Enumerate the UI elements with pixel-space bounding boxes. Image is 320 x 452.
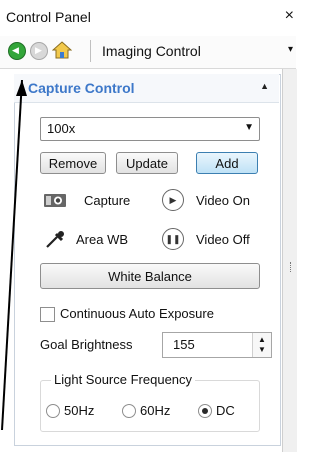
radio-60hz-label[interactable]: 60Hz	[140, 403, 170, 418]
back-icon[interactable]	[8, 42, 26, 60]
radio-dc-label[interactable]: DC	[216, 403, 235, 418]
eyedropper-icon[interactable]	[44, 229, 66, 249]
section-title: Capture Control	[28, 80, 135, 96]
splitter-grip[interactable]	[290, 262, 293, 272]
toolbar-title[interactable]: Imaging Control	[102, 43, 201, 59]
radio-60hz[interactable]	[122, 404, 136, 418]
add-button[interactable]: Add	[196, 152, 258, 174]
toolbar-dropdown-icon[interactable]: ▾	[288, 44, 293, 55]
goal-brightness-stepper[interactable]: 155 ▲ ▼	[162, 332, 272, 358]
radio-dc[interactable]	[198, 404, 212, 418]
window-title: Control Panel	[6, 9, 91, 25]
play-icon[interactable]: ▶	[162, 189, 184, 211]
auto-exposure-label[interactable]: Continuous Auto Exposure	[60, 306, 214, 321]
goal-brightness-value[interactable]: 155	[173, 337, 195, 352]
chevron-down-icon: ▼	[244, 122, 254, 133]
pause-icon[interactable]: ❚❚	[162, 228, 184, 250]
update-button[interactable]: Update	[116, 152, 178, 174]
right-scroll-column[interactable]	[282, 69, 297, 452]
radio-50hz[interactable]	[46, 404, 60, 418]
preset-value: 100x	[47, 121, 76, 136]
white-balance-button[interactable]: White Balance	[40, 263, 260, 289]
video-off-label[interactable]: Video Off	[196, 232, 250, 247]
stepper-down-icon[interactable]: ▼	[258, 345, 266, 354]
stepper-up-icon[interactable]: ▲	[258, 335, 266, 344]
toolbar-separator	[90, 40, 91, 62]
video-on-label[interactable]: Video On	[196, 193, 250, 208]
auto-exposure-checkbox[interactable]	[40, 307, 55, 322]
area-wb-label[interactable]: Area WB	[76, 232, 128, 247]
goal-brightness-label: Goal Brightness	[40, 337, 133, 352]
toolbar: Imaging Control ▾	[0, 36, 296, 69]
remove-button[interactable]: Remove	[40, 152, 106, 174]
radio-50hz-label[interactable]: 50Hz	[64, 403, 94, 418]
forward-icon[interactable]	[30, 42, 48, 60]
capture-label[interactable]: Capture	[84, 193, 130, 208]
preset-select[interactable]: 100x ▼	[40, 117, 260, 141]
light-source-label: Light Source Frequency	[51, 372, 196, 387]
section-header[interactable]: Capture Control ▲	[14, 74, 279, 103]
close-icon[interactable]: ×	[285, 7, 294, 25]
title-bar: Control Panel ×	[0, 0, 296, 36]
stepper-buttons[interactable]: ▲ ▼	[252, 333, 271, 357]
collapse-icon[interactable]: ▲	[260, 81, 269, 91]
camera-icon[interactable]	[43, 192, 67, 208]
home-icon[interactable]	[52, 41, 72, 59]
